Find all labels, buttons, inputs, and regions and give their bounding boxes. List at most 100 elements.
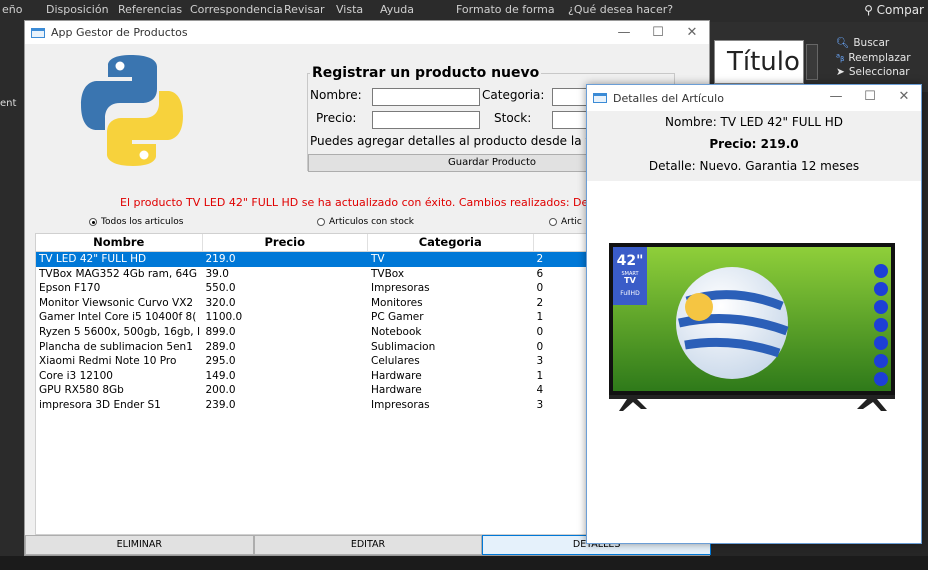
menu-tab-ayuda[interactable]: Ayuda bbox=[380, 3, 414, 16]
editing-group: 🔍︎ Buscar ᵃᵦ Reemplazar ➤ Seleccionar bbox=[836, 36, 911, 80]
select-button[interactable]: ➤ Seleccionar bbox=[836, 65, 911, 80]
radio-unselected-icon bbox=[317, 218, 325, 226]
share-button[interactable]: ⚲ Compar bbox=[864, 3, 924, 17]
background-left-text: ent bbox=[0, 98, 17, 109]
menu-tab-diseno[interactable]: eño bbox=[2, 3, 22, 16]
cell-precio: 550.0 bbox=[205, 282, 236, 295]
cell-categoria: TVBox bbox=[371, 267, 405, 280]
close-button[interactable]: ✕ bbox=[675, 21, 709, 44]
cell-nombre: Gamer Intel Core i5 10400f 8( bbox=[39, 311, 197, 324]
style-titulo[interactable]: Título bbox=[714, 40, 804, 84]
minimize-button[interactable]: — bbox=[819, 85, 853, 108]
share-label: Compar bbox=[876, 3, 924, 17]
name-input[interactable] bbox=[372, 88, 480, 106]
main-titlebar[interactable]: App Gestor de Productos — ☐ ✕ bbox=[25, 21, 709, 44]
background-ribbon-tabs: eño Disposición Referencias Corresponden… bbox=[0, 0, 928, 22]
cell-categoria: Impresoras bbox=[371, 282, 430, 295]
maximize-button[interactable]: ☐ bbox=[641, 21, 675, 44]
cell-precio: 239.0 bbox=[205, 398, 236, 411]
detail-description: Detalle: Nuevo. Garantia 12 meses bbox=[648, 159, 860, 173]
filter-all-label: Todos los articulos bbox=[101, 217, 184, 227]
main-window-controls: — ☐ ✕ bbox=[607, 21, 709, 44]
radio-unselected-icon bbox=[549, 218, 557, 226]
category-label: Categoria: bbox=[482, 88, 545, 102]
main-window-title: App Gestor de Productos bbox=[51, 26, 188, 39]
cell-nombre: TV LED 42" FULL HD bbox=[39, 253, 147, 265]
cell-categoria: PC Gamer bbox=[371, 311, 424, 324]
close-button[interactable]: ✕ bbox=[887, 85, 921, 108]
cell-precio: 200.0 bbox=[205, 384, 236, 397]
styles-scroll-button[interactable] bbox=[806, 44, 818, 80]
cell-precio: 39.0 bbox=[205, 267, 229, 280]
filter-stock-label: Articulos con stock bbox=[329, 217, 414, 227]
delete-button[interactable]: ELIMINAR bbox=[25, 535, 254, 555]
detail-price: Precio: 219.0 bbox=[709, 137, 799, 151]
menu-tab-vista[interactable]: Vista bbox=[336, 3, 363, 16]
cell-nombre: TVBox MAG352 4Gb ram, 64G bbox=[39, 267, 197, 280]
cell-precio: 289.0 bbox=[205, 340, 236, 353]
python-logo-icon bbox=[81, 55, 183, 166]
cell-precio: 899.0 bbox=[205, 325, 236, 338]
cell-categoria: TV bbox=[371, 253, 385, 265]
menu-tab-revisar[interactable]: Revisar bbox=[284, 3, 324, 16]
replace-label: Reemplazar bbox=[848, 51, 911, 64]
menu-tab-disposicion[interactable]: Disposición bbox=[46, 3, 109, 16]
select-label: Seleccionar bbox=[848, 66, 910, 79]
filter-other-label: Artic bbox=[561, 217, 582, 227]
radio-selected-icon bbox=[89, 218, 97, 226]
menu-search-hint[interactable]: ¿Qué desea hacer? bbox=[568, 3, 673, 16]
detail-titlebar[interactable]: Detalles del Artículo — ☐ ✕ bbox=[587, 85, 921, 111]
app-window-icon bbox=[593, 93, 607, 103]
cell-nombre: Ryzen 5 5600x, 500gb, 16gb, I bbox=[39, 325, 201, 338]
product-image-area: 42" SMART TV FullHD bbox=[587, 181, 921, 543]
maximize-button[interactable]: ☐ bbox=[853, 85, 887, 108]
cell-categoria: Notebook bbox=[371, 325, 422, 338]
detail-info: Nombre: TV LED 42" FULL HD Precio: 219.0… bbox=[587, 111, 921, 181]
detail-window-title: Detalles del Artículo bbox=[613, 91, 724, 105]
cell-nombre: Monitor Viewsonic Curvo VX2 bbox=[39, 296, 194, 309]
name-label: Nombre: bbox=[310, 88, 362, 102]
cell-nombre: GPU RX580 8Gb bbox=[39, 384, 124, 397]
price-label: Precio: bbox=[316, 111, 357, 125]
person-icon: ⚲ bbox=[864, 3, 877, 17]
column-header-categoria[interactable]: Categoria bbox=[368, 234, 534, 251]
edit-button[interactable]: EDITAR bbox=[253, 535, 483, 555]
replace-button[interactable]: ᵃᵦ Reemplazar bbox=[836, 51, 911, 66]
app-window-icon bbox=[31, 27, 45, 38]
price-input[interactable] bbox=[372, 111, 480, 129]
find-label: Buscar bbox=[853, 37, 890, 49]
filter-all-radio[interactable]: Todos los articulos bbox=[89, 217, 183, 227]
cell-nombre: Xiaomi Redmi Note 10 Pro bbox=[39, 355, 177, 368]
cell-categoria: Hardware bbox=[371, 369, 422, 382]
filter-other-radio[interactable]: Artic bbox=[549, 217, 582, 227]
cell-precio: 149.0 bbox=[205, 369, 236, 382]
menu-tab-formato[interactable]: Formato de forma bbox=[456, 3, 555, 16]
cell-precio: 320.0 bbox=[205, 296, 236, 309]
status-message: El producto TV LED 42" FULL HD se ha act… bbox=[120, 196, 600, 209]
detail-name: Nombre: TV LED 42" FULL HD bbox=[665, 115, 843, 129]
detail-window-controls: — ☐ ✕ bbox=[819, 85, 921, 108]
menu-tab-referencias[interactable]: Referencias bbox=[118, 3, 182, 16]
cell-categoria: Celulares bbox=[371, 355, 420, 368]
search-icon: 🔍︎ bbox=[836, 37, 850, 49]
cell-categoria: Sublimacion bbox=[371, 340, 436, 353]
column-header-precio[interactable]: Precio bbox=[203, 234, 368, 251]
tv-product-image: 42" SMART TV FullHD bbox=[609, 243, 895, 411]
minimize-button[interactable]: — bbox=[607, 21, 641, 44]
filter-stock-radio[interactable]: Articulos con stock bbox=[317, 217, 414, 227]
cell-nombre: impresora 3D Ender S1 bbox=[39, 398, 161, 411]
background-statusbar bbox=[0, 556, 928, 570]
register-legend: Registrar un producto nuevo bbox=[310, 65, 542, 81]
detail-window: Detalles del Artículo — ☐ ✕ Nombre: TV L… bbox=[586, 84, 922, 544]
cell-categoria: Impresoras bbox=[371, 398, 430, 411]
tv-tv-badge: TV bbox=[624, 276, 636, 285]
cell-categoria: Hardware bbox=[371, 384, 422, 397]
tv-fullhd-badge: FullHD bbox=[620, 290, 640, 297]
cell-nombre: Epson F170 bbox=[39, 282, 101, 295]
menu-tab-correspondencia[interactable]: Correspondencia bbox=[190, 3, 283, 16]
replace-icon: ᵃᵦ bbox=[836, 51, 845, 64]
details-hint-text: Puedes agregar detalles al producto desd… bbox=[310, 134, 608, 148]
stock-label: Stock: bbox=[494, 111, 532, 125]
column-header-nombre[interactable]: Nombre bbox=[36, 234, 203, 251]
find-button[interactable]: 🔍︎ Buscar bbox=[836, 36, 911, 51]
